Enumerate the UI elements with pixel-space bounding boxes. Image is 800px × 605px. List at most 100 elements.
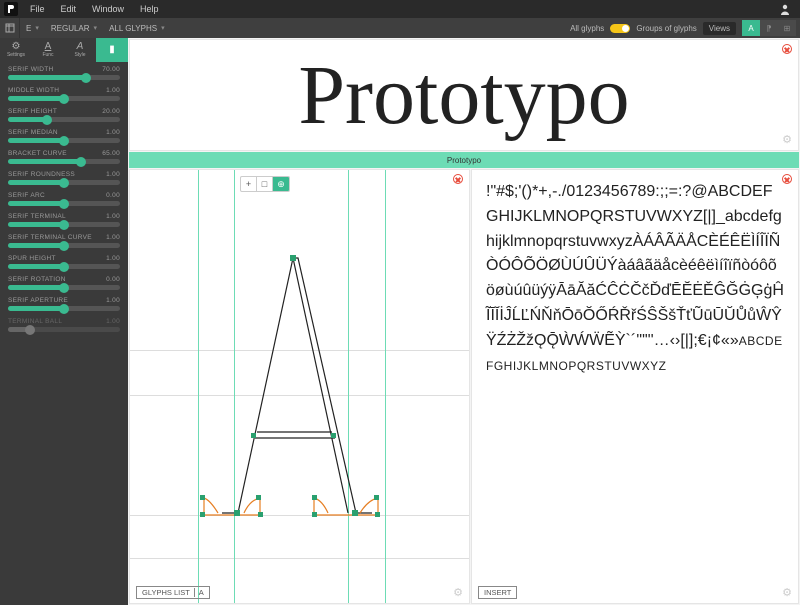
preview-panel: Prototypo ⚙ xyxy=(129,39,799,151)
param-label: MIDDLE WIDTH xyxy=(8,87,59,94)
menu-help[interactable]: Help xyxy=(132,4,167,14)
gear-icon: ⚙ xyxy=(12,42,21,52)
project-select[interactable]: E▾ xyxy=(20,24,45,33)
param-serif-terminal-curve: SERIF TERMINAL CURVE1.00 xyxy=(8,234,120,248)
param-value: 1.00 xyxy=(106,318,120,325)
toggle-groups-label: Groups of glyphs xyxy=(636,24,696,33)
app-logo[interactable] xyxy=(4,2,18,16)
glyph-characters[interactable]: !"#$;'()*+,-./0123456789:;;=:?@ABCDEFGHI… xyxy=(472,170,798,382)
slider-knob[interactable] xyxy=(59,199,69,209)
slider-knob[interactable] xyxy=(81,73,91,83)
slider-knob[interactable] xyxy=(59,262,69,272)
sidebar-tab-settings[interactable]: ⚙Settings xyxy=(0,38,32,62)
style-icon: A xyxy=(77,42,84,52)
close-icon[interactable] xyxy=(782,174,792,184)
slider-track[interactable] xyxy=(8,264,120,269)
glyph-filter-select[interactable]: ALL GLYPHS▾ xyxy=(103,24,171,33)
slider-track[interactable] xyxy=(8,327,120,332)
gear-icon[interactable]: ⚙ xyxy=(453,586,463,599)
param-value: 1.00 xyxy=(106,171,120,178)
user-icon[interactable] xyxy=(778,2,792,16)
sidebar: ⚙Settings AFunc AStyle ▮ SERIF WIDTH70.0… xyxy=(0,38,128,605)
serif-icon: ▮ xyxy=(109,45,115,55)
slider-knob[interactable] xyxy=(42,115,52,125)
slider-knob[interactable] xyxy=(59,241,69,251)
param-label: SERIF HEIGHT xyxy=(8,108,57,115)
preview-text: Prototypo xyxy=(298,47,629,144)
gear-icon[interactable]: ⚙ xyxy=(782,586,792,599)
slider-knob[interactable] xyxy=(76,157,86,167)
slider-track[interactable] xyxy=(8,222,120,227)
slider-knob[interactable] xyxy=(25,325,35,335)
param-spur-height: SPUR HEIGHT1.00 xyxy=(8,255,120,269)
menu-bar: File Edit Window Help xyxy=(0,0,800,18)
param-serif-roundness: SERIF ROUNDNESS 1.00 xyxy=(8,171,120,185)
param-bracket-curve: BRACKET CURVE 65.00 xyxy=(8,150,120,164)
slider-track[interactable] xyxy=(8,75,120,80)
chevron-down-icon: ▾ xyxy=(161,24,165,32)
weight-select[interactable]: REGULAR▾ xyxy=(45,24,103,33)
slider-track[interactable] xyxy=(8,243,120,248)
views-button[interactable]: Views xyxy=(703,22,736,35)
slider-knob[interactable] xyxy=(59,220,69,230)
view-word-icon[interactable]: ⁋ xyxy=(760,20,778,36)
slider-knob[interactable] xyxy=(59,136,69,146)
view-glyph-icon[interactable]: A xyxy=(742,20,760,36)
menu-edit[interactable]: Edit xyxy=(53,4,85,14)
menu-window[interactable]: Window xyxy=(84,4,132,14)
glyph-toggle[interactable] xyxy=(610,24,630,33)
param-middle-width: MIDDLE WIDTH1.00 xyxy=(8,87,120,101)
glyphs-list-button[interactable]: GLYPHS LIST A xyxy=(136,586,210,599)
param-label: BRACKET CURVE xyxy=(8,150,67,157)
param-serif-height: SERIF HEIGHT20.00 xyxy=(8,108,120,122)
library-icon[interactable] xyxy=(0,18,20,38)
param-value: 70.00 xyxy=(102,66,120,73)
glyph-outline xyxy=(130,170,469,603)
slider-track[interactable] xyxy=(8,201,120,206)
toggle-all-glyphs-label: All glyphs xyxy=(570,24,604,33)
param-label: SPUR HEIGHT xyxy=(8,255,56,262)
slider-knob[interactable] xyxy=(59,94,69,104)
slider-track[interactable] xyxy=(8,285,120,290)
func-icon: A xyxy=(45,42,52,52)
close-icon[interactable] xyxy=(782,44,792,54)
slider-track[interactable] xyxy=(8,159,120,164)
insert-button[interactable]: INSERT xyxy=(478,586,517,599)
param-value: 1.00 xyxy=(106,234,120,241)
slider-track[interactable] xyxy=(8,306,120,311)
param-serif-median: SERIF MEDIAN1.00 xyxy=(8,129,120,143)
view-mode-switch: A ⁋ ⊞ xyxy=(742,20,796,36)
slider-knob[interactable] xyxy=(59,178,69,188)
gear-icon[interactable]: ⚙ xyxy=(782,133,792,146)
close-icon[interactable] xyxy=(453,174,463,184)
param-label: SERIF TERMINAL xyxy=(8,213,66,220)
param-label: SERIF ROTATION xyxy=(8,276,66,283)
tab-bar[interactable]: Prototypo xyxy=(129,152,799,168)
param-value: 0.00 xyxy=(106,276,120,283)
param-serif-rotation: SERIF ROTATION 0.00 xyxy=(8,276,120,290)
slider-track[interactable] xyxy=(8,180,120,185)
zoom-fit-icon[interactable]: □ xyxy=(257,177,273,191)
view-grid-icon[interactable]: ⊞ xyxy=(778,20,796,36)
sidebar-tab-serif[interactable]: ▮ xyxy=(96,38,128,62)
slider-knob[interactable] xyxy=(59,304,69,314)
param-label: TERMINAL BALL xyxy=(8,318,62,325)
sidebar-tab-func[interactable]: AFunc xyxy=(32,38,64,62)
slider-knob[interactable] xyxy=(59,283,69,293)
menu-file[interactable]: File xyxy=(22,4,53,14)
param-label: SERIF ARC xyxy=(8,192,45,199)
param-label: SERIF ROUNDNESS xyxy=(8,171,75,178)
slider-track[interactable] xyxy=(8,117,120,122)
chevron-down-icon: ▾ xyxy=(94,24,98,32)
glyph-editor[interactable]: + □ ⊕ GLYPHS LIST A ⚙ xyxy=(129,169,470,604)
param-serif-width: SERIF WIDTH70.00 xyxy=(8,66,120,80)
param-serif-arc: SERIF ARC0.00 xyxy=(8,192,120,206)
node-mode-icon[interactable]: ⊕ xyxy=(273,177,289,191)
param-value: 65.00 xyxy=(102,150,120,157)
slider-track[interactable] xyxy=(8,96,120,101)
param-serif-terminal: SERIF TERMINAL1.00 xyxy=(8,213,120,227)
zoom-in-icon[interactable]: + xyxy=(241,177,257,191)
param-value: 1.00 xyxy=(106,129,120,136)
sidebar-tab-style[interactable]: AStyle xyxy=(64,38,96,62)
slider-track[interactable] xyxy=(8,138,120,143)
